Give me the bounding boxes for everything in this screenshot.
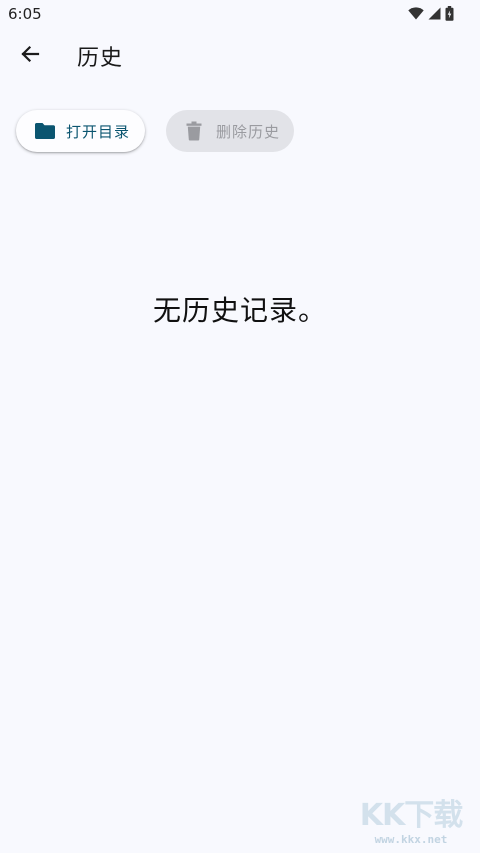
folder-icon — [34, 122, 56, 140]
cell-signal-icon — [428, 7, 441, 20]
wifi-icon — [408, 6, 424, 20]
status-icons — [408, 5, 454, 21]
watermark: KK下载 www.kkx.net — [356, 799, 466, 851]
status-bar: 6:05 — [0, 0, 480, 28]
page-title: 历史 — [77, 46, 124, 71]
battery-icon — [445, 5, 454, 21]
open-directory-label: 打开目录 — [66, 122, 131, 141]
watermark-url: www.kkx.net — [374, 833, 448, 846]
back-button[interactable] — [6, 32, 54, 80]
trash-icon — [186, 121, 202, 141]
app-bar: 历史 — [0, 30, 480, 82]
delete-history-button[interactable]: 删除历史 — [166, 110, 294, 152]
action-bar: 打开目录 删除历史 — [0, 110, 480, 156]
empty-history-message: 无历史记录。 — [152, 294, 327, 327]
arrow-back-icon — [20, 44, 40, 68]
open-directory-button[interactable]: 打开目录 — [16, 110, 145, 152]
status-time: 6:05 — [8, 5, 42, 23]
delete-history-label: 删除历史 — [216, 122, 281, 141]
watermark-logo: KK下载 — [359, 798, 464, 833]
